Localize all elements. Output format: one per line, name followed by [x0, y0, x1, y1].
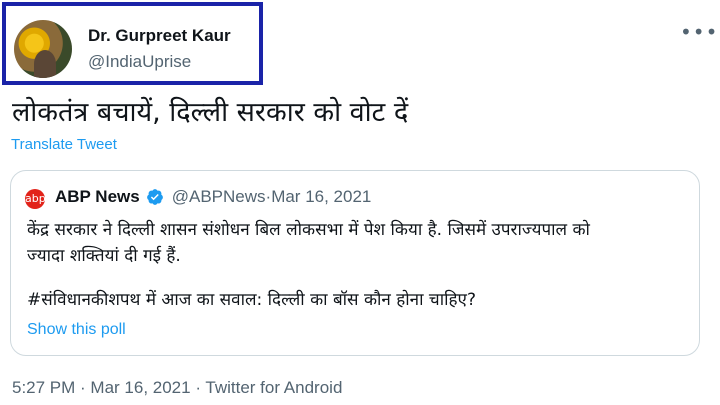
- quoted-author-name: ABP News: [55, 187, 140, 206]
- tweet-text: लोकतंत्र बचायें, दिल्ली सरकार को वोट दें: [12, 97, 409, 128]
- quoted-hashtag-line: #संविधानकीशपथ में आज का सवाल: दिल्ली का …: [27, 290, 476, 310]
- author-highlight-box: Dr. Gurpreet Kaur @IndiaUprise: [2, 2, 263, 85]
- tweet-timestamp[interactable]: 5:27 PM · Mar 16, 2021 · Twitter for And…: [12, 378, 342, 398]
- quoted-tweet-card[interactable]: abp ABP News @ABPNews · Mar 16, 2021 कें…: [10, 170, 700, 356]
- abp-news-avatar[interactable]: abp: [25, 189, 46, 209]
- quoted-tweet-header: ABP News @ABPNews · Mar 16, 2021: [55, 187, 371, 207]
- more-options-icon[interactable]: •••: [680, 22, 718, 42]
- quoted-text-line-1: केंद्र सरकार ने दिल्ली शासन संशोधन बिल ल…: [27, 220, 590, 240]
- author-handle[interactable]: @IndiaUprise: [88, 52, 191, 72]
- quoted-author-handle: @ABPNews: [171, 187, 266, 206]
- quoted-tweet-body: केंद्र सरकार ने दिल्ली शासन संशोधन बिल ल…: [27, 217, 687, 269]
- quoted-text-line-2: ज्यादा शक्तियां दी गई हैं.: [27, 246, 181, 266]
- quoted-tweet-date[interactable]: Mar 16, 2021: [271, 187, 371, 207]
- verified-badge-icon: [146, 189, 163, 205]
- author-avatar[interactable]: [14, 20, 72, 78]
- translate-tweet-link[interactable]: Translate Tweet: [11, 136, 117, 153]
- author-name[interactable]: Dr. Gurpreet Kaur: [88, 26, 231, 46]
- show-poll-link[interactable]: Show this poll: [27, 321, 126, 339]
